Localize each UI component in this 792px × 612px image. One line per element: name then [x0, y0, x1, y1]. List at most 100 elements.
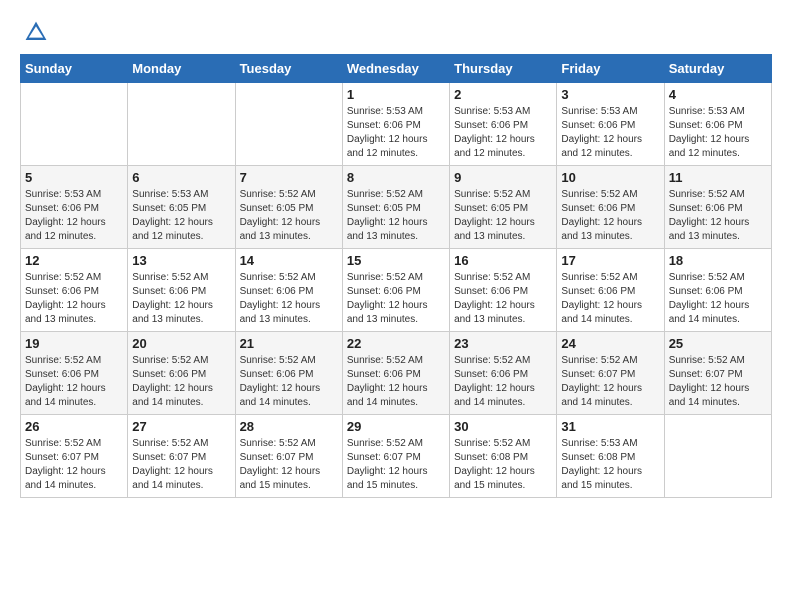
day-number: 15 [347, 253, 445, 268]
day-number: 12 [25, 253, 123, 268]
day-info: Sunrise: 5:52 AMSunset: 6:07 PMDaylight:… [25, 437, 123, 493]
calendar-cell: 30 Sunrise: 5:52 AMSunset: 6:08 PMDayligh… [450, 415, 557, 498]
calendar-week-row: 5 Sunrise: 5:53 AMSunset: 6:06 PMDaylight… [21, 166, 772, 249]
day-info: Sunrise: 5:52 AMSunset: 6:06 PMDaylight:… [25, 271, 123, 327]
calendar-header-row: SundayMondayTuesdayWednesdayThursdayFrid… [21, 55, 772, 83]
day-info: Sunrise: 5:52 AMSunset: 6:06 PMDaylight:… [132, 271, 230, 327]
calendar-cell: 20 Sunrise: 5:52 AMSunset: 6:06 PMDayligh… [128, 332, 235, 415]
calendar-cell: 13 Sunrise: 5:52 AMSunset: 6:06 PMDayligh… [128, 249, 235, 332]
day-number: 22 [347, 336, 445, 351]
day-info: Sunrise: 5:53 AMSunset: 6:06 PMDaylight:… [347, 105, 445, 161]
day-number: 4 [669, 87, 767, 102]
calendar-cell: 11 Sunrise: 5:52 AMSunset: 6:06 PMDayligh… [664, 166, 771, 249]
day-number: 11 [669, 170, 767, 185]
calendar-cell: 1 Sunrise: 5:53 AMSunset: 6:06 PMDaylight… [342, 83, 449, 166]
calendar-cell: 2 Sunrise: 5:53 AMSunset: 6:06 PMDaylight… [450, 83, 557, 166]
day-info: Sunrise: 5:52 AMSunset: 6:05 PMDaylight:… [454, 188, 552, 244]
day-info: Sunrise: 5:53 AMSunset: 6:08 PMDaylight:… [561, 437, 659, 493]
calendar-cell: 12 Sunrise: 5:52 AMSunset: 6:06 PMDayligh… [21, 249, 128, 332]
day-number: 7 [240, 170, 338, 185]
day-number: 24 [561, 336, 659, 351]
day-number: 23 [454, 336, 552, 351]
day-number: 5 [25, 170, 123, 185]
calendar-week-row: 19 Sunrise: 5:52 AMSunset: 6:06 PMDayligh… [21, 332, 772, 415]
calendar-week-row: 1 Sunrise: 5:53 AMSunset: 6:06 PMDaylight… [21, 83, 772, 166]
day-number: 9 [454, 170, 552, 185]
day-number: 28 [240, 419, 338, 434]
weekday-header: Monday [128, 55, 235, 83]
calendar-cell [235, 83, 342, 166]
day-number: 16 [454, 253, 552, 268]
calendar-cell: 5 Sunrise: 5:53 AMSunset: 6:06 PMDaylight… [21, 166, 128, 249]
day-number: 3 [561, 87, 659, 102]
calendar-cell [664, 415, 771, 498]
weekday-header: Tuesday [235, 55, 342, 83]
day-number: 18 [669, 253, 767, 268]
day-number: 29 [347, 419, 445, 434]
day-info: Sunrise: 5:53 AMSunset: 6:05 PMDaylight:… [132, 188, 230, 244]
calendar-cell: 14 Sunrise: 5:52 AMSunset: 6:06 PMDayligh… [235, 249, 342, 332]
day-info: Sunrise: 5:52 AMSunset: 6:07 PMDaylight:… [347, 437, 445, 493]
day-info: Sunrise: 5:52 AMSunset: 6:06 PMDaylight:… [669, 188, 767, 244]
day-info: Sunrise: 5:52 AMSunset: 6:06 PMDaylight:… [561, 271, 659, 327]
calendar-cell: 4 Sunrise: 5:53 AMSunset: 6:06 PMDaylight… [664, 83, 771, 166]
calendar-cell: 10 Sunrise: 5:52 AMSunset: 6:06 PMDayligh… [557, 166, 664, 249]
calendar-week-row: 12 Sunrise: 5:52 AMSunset: 6:06 PMDayligh… [21, 249, 772, 332]
day-info: Sunrise: 5:52 AMSunset: 6:07 PMDaylight:… [132, 437, 230, 493]
calendar-cell [128, 83, 235, 166]
calendar-cell [21, 83, 128, 166]
day-number: 13 [132, 253, 230, 268]
day-number: 2 [454, 87, 552, 102]
day-info: Sunrise: 5:52 AMSunset: 6:06 PMDaylight:… [25, 354, 123, 410]
calendar-cell: 15Sunrise: 5:52 AMSunset: 6:06 PMDayligh… [342, 249, 449, 332]
calendar-cell: 28 Sunrise: 5:52 AMSunset: 6:07 PMDayligh… [235, 415, 342, 498]
day-number: 26 [25, 419, 123, 434]
day-number: 19 [25, 336, 123, 351]
day-number: 14 [240, 253, 338, 268]
day-info: Sunrise: 5:52 AMSunset: 6:05 PMDaylight:… [240, 188, 338, 244]
day-number: 8 [347, 170, 445, 185]
calendar-cell: 9 Sunrise: 5:52 AMSunset: 6:05 PMDaylight… [450, 166, 557, 249]
calendar-cell: 16 Sunrise: 5:52 AMSunset: 6:06 PMDayligh… [450, 249, 557, 332]
day-info: Sunrise: 5:53 AMSunset: 6:06 PMDaylight:… [561, 105, 659, 161]
calendar-cell: 26 Sunrise: 5:52 AMSunset: 6:07 PMDayligh… [21, 415, 128, 498]
weekday-header: Sunday [21, 55, 128, 83]
day-info: Sunrise: 5:52 AMSunset: 6:06 PMDaylight:… [669, 271, 767, 327]
day-number: 30 [454, 419, 552, 434]
day-info: Sunrise: 5:52 AMSunset: 6:06 PMDaylight:… [240, 271, 338, 327]
weekday-header: Friday [557, 55, 664, 83]
day-number: 25 [669, 336, 767, 351]
calendar-cell: 18 Sunrise: 5:52 AMSunset: 6:06 PMDayligh… [664, 249, 771, 332]
day-info: Sunrise: 5:52 AMSunset: 6:08 PMDaylight:… [454, 437, 552, 493]
logo [20, 20, 48, 44]
calendar-cell: 24Sunrise: 5:52 AMSunset: 6:07 PMDayligh… [557, 332, 664, 415]
day-info: Sunrise: 5:52 AMSunset: 6:06 PMDaylight:… [454, 271, 552, 327]
calendar-cell: 19 Sunrise: 5:52 AMSunset: 6:06 PMDayligh… [21, 332, 128, 415]
day-info: Sunrise: 5:52 AMSunset: 6:06 PMDaylight:… [132, 354, 230, 410]
day-info: Sunrise: 5:53 AMSunset: 6:06 PMDaylight:… [25, 188, 123, 244]
weekday-header: Saturday [664, 55, 771, 83]
calendar-cell: 27 Sunrise: 5:52 AMSunset: 6:07 PMDayligh… [128, 415, 235, 498]
day-number: 20 [132, 336, 230, 351]
day-number: 31 [561, 419, 659, 434]
day-number: 6 [132, 170, 230, 185]
day-number: 21 [240, 336, 338, 351]
weekday-header: Thursday [450, 55, 557, 83]
day-info: Sunrise: 5:52 AMSunset: 6:06 PMDaylight:… [454, 354, 552, 410]
day-info: Sunrise: 5:53 AMSunset: 6:06 PMDaylight:… [669, 105, 767, 161]
day-info: Sunrise: 5:52 AMSunset: 6:06 PMDaylight:… [561, 188, 659, 244]
day-info: Sunrise: 5:52 AMSunset: 6:07 PMDaylight:… [240, 437, 338, 493]
day-info: Sunrise: 5:52 AMSunset: 6:06 PMDaylight:… [347, 354, 445, 410]
calendar-cell: 6 Sunrise: 5:53 AMSunset: 6:05 PMDaylight… [128, 166, 235, 249]
day-number: 17 [561, 253, 659, 268]
day-number: 1 [347, 87, 445, 102]
calendar-week-row: 26 Sunrise: 5:52 AMSunset: 6:07 PMDayligh… [21, 415, 772, 498]
logo-icon [24, 20, 48, 44]
weekday-header: Wednesday [342, 55, 449, 83]
day-number: 10 [561, 170, 659, 185]
day-number: 27 [132, 419, 230, 434]
day-info: Sunrise: 5:53 AMSunset: 6:06 PMDaylight:… [454, 105, 552, 161]
day-info: Sunrise: 5:52 AMSunset: 6:05 PMDaylight:… [347, 188, 445, 244]
calendar-cell: 17 Sunrise: 5:52 AMSunset: 6:06 PMDayligh… [557, 249, 664, 332]
calendar-cell: 22 Sunrise: 5:52 AMSunset: 6:06 PMDayligh… [342, 332, 449, 415]
